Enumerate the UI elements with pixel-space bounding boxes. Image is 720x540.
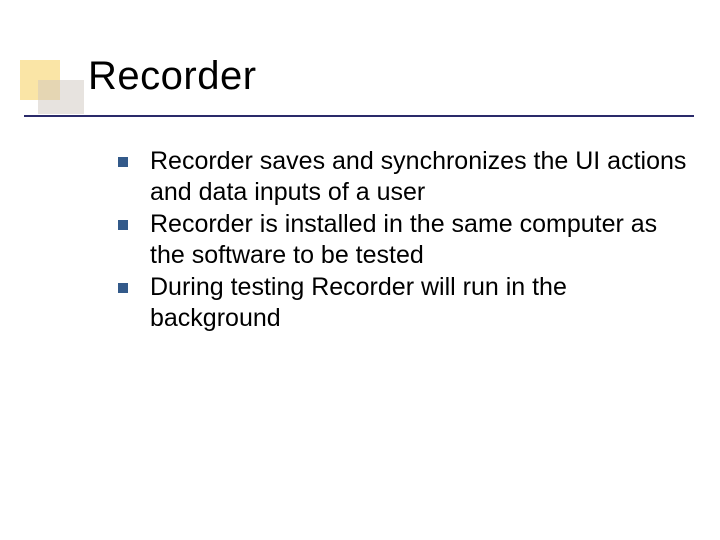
slide: Recorder Recorder saves and synchronizes… xyxy=(0,0,720,540)
list-item: During testing Recorder will run in the … xyxy=(118,272,688,333)
list-item: Recorder saves and synchronizes the UI a… xyxy=(118,146,688,207)
list-item-text: Recorder saves and synchronizes the UI a… xyxy=(150,146,688,207)
bullet-icon xyxy=(118,283,128,293)
list-item: Recorder is installed in the same comput… xyxy=(118,209,688,270)
title-underline xyxy=(24,115,694,117)
slide-body: Recorder saves and synchronizes the UI a… xyxy=(118,146,688,335)
bullet-icon xyxy=(118,220,128,230)
accent-square-grey xyxy=(38,80,84,114)
slide-title: Recorder xyxy=(88,54,257,99)
bullet-icon xyxy=(118,157,128,167)
list-item-text: Recorder is installed in the same comput… xyxy=(150,209,688,270)
title-accent-graphic xyxy=(20,60,80,114)
list-item-text: During testing Recorder will run in the … xyxy=(150,272,688,333)
